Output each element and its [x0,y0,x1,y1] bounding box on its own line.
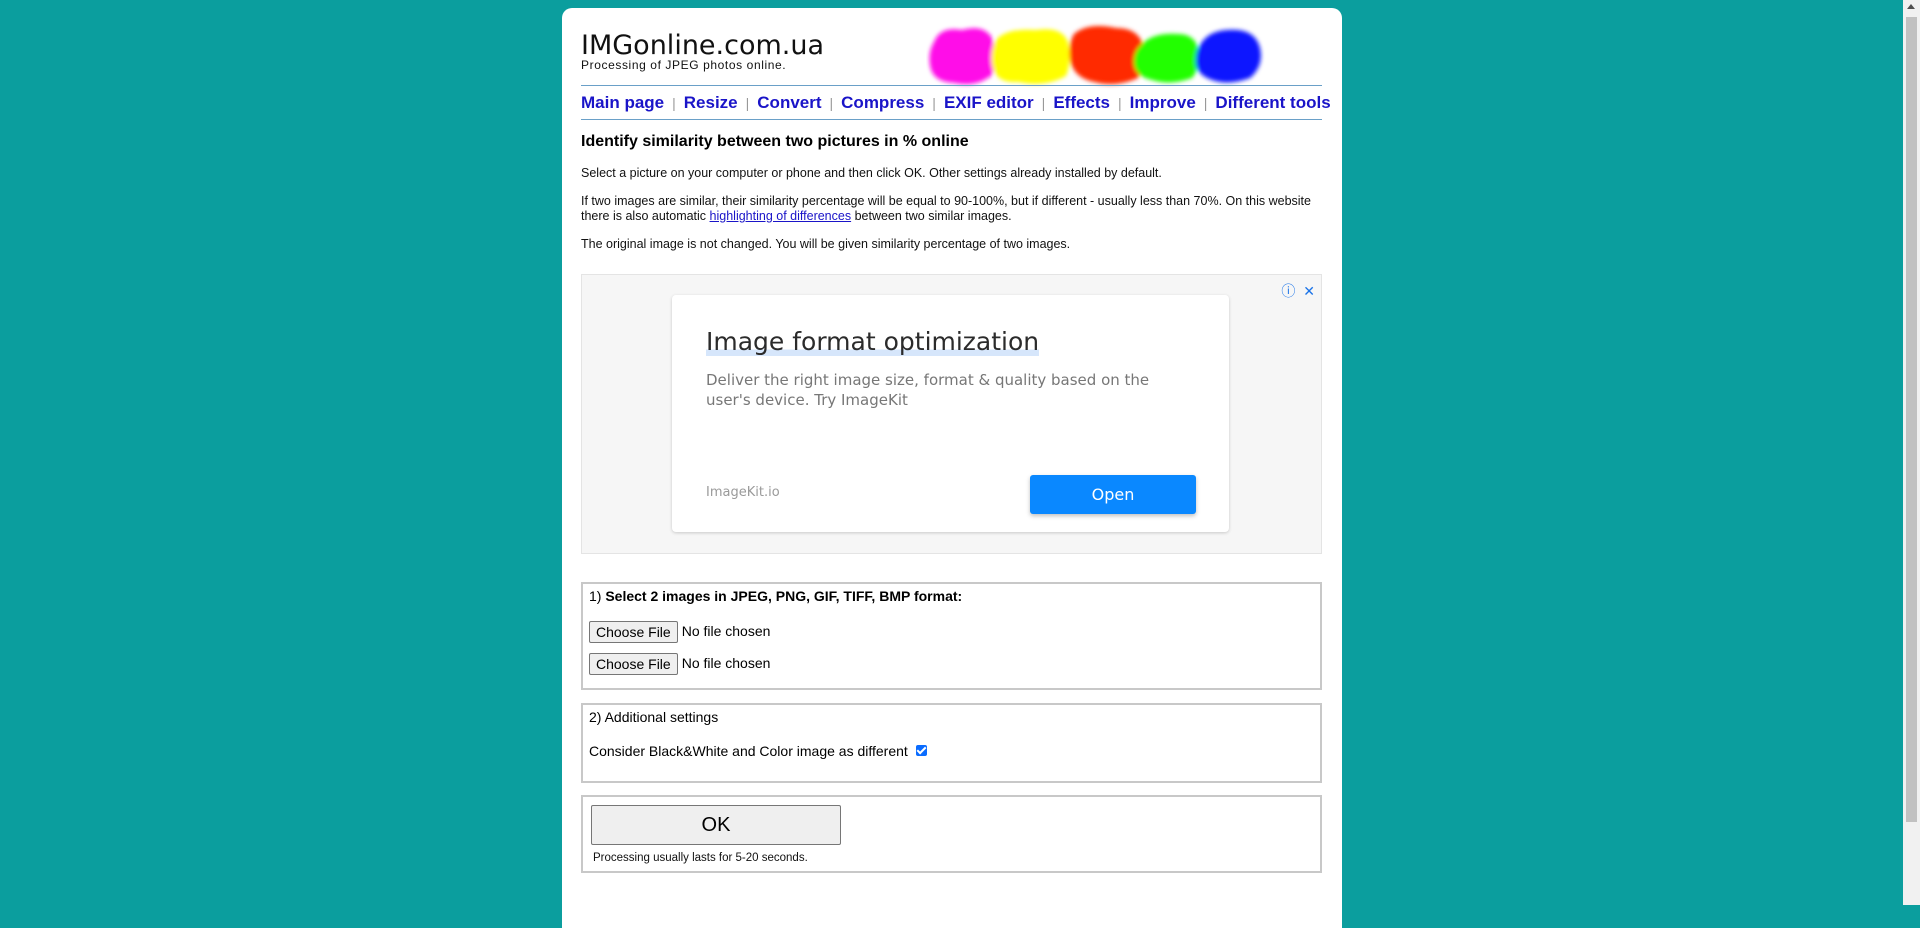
highlighting-differences-link[interactable]: highlighting of differences [710,209,852,223]
nav-main-page[interactable]: Main page [581,93,664,112]
ad-info-icon[interactable]: ⓘ [1281,283,1295,299]
bw-color-option-label: Consider Black&White and Color image as … [589,743,908,759]
nav-separator: | [1118,95,1122,111]
page-container: IMGonline.com.ua Processing of JPEG phot… [562,8,1342,928]
bw-color-checkbox[interactable] [915,744,927,756]
ad-close-icon[interactable]: ✕ [1303,283,1315,299]
section1-label: Select 2 images in JPEG, PNG, GIF, TIFF,… [605,588,963,604]
ad-description: Deliver the right image size, format & q… [706,371,1150,409]
nav-compress[interactable]: Compress [841,93,924,112]
additional-settings-section: 2) Additional settings Consider Black&Wh… [581,703,1322,783]
nav-exif-editor[interactable]: EXIF editor [944,93,1034,112]
choose-file-button-2[interactable]: Choose File [589,653,678,676]
ad-controls: ⓘ ✕ [1281,281,1315,301]
ad-card[interactable]: Image format optimization Deliver the ri… [672,295,1229,532]
select-images-section: 1) Select 2 images in JPEG, PNG, GIF, TI… [581,582,1322,690]
nav-effects[interactable]: Effects [1053,93,1110,112]
section2-title: 2) Additional settings [589,709,719,725]
yellow-blob [991,29,1070,84]
original-note-paragraph: The original image is not changed. You w… [581,237,1071,251]
nav-separator: | [745,95,750,111]
ad-container: ⓘ ✕ Image format optimization Deliver th… [581,274,1322,554]
ad-open-button[interactable]: Open [1030,475,1196,514]
nav-resize[interactable]: Resize [684,93,738,112]
section1-prefix: 1) [589,588,606,604]
choose-file-button-1[interactable]: Choose File [589,621,678,644]
ok-button[interactable]: OK [591,805,841,845]
color-blobs-logo [929,26,1261,85]
file-status-1: No file chosen [681,623,771,639]
bw-color-option: Consider Black&White and Color image as … [589,743,927,759]
similarity-paragraph: If two images are similar, their similar… [581,194,1322,224]
similarity-text-after: between two similar images. [851,209,1012,223]
nav-separator: | [932,95,936,111]
red-blob [1069,26,1145,85]
processing-note: Processing usually lasts for 5-20 second… [593,852,808,864]
nav-improve[interactable]: Improve [1130,93,1196,112]
main-nav: Main page | Resize | Convert | Compress | EXIF e… [581,85,1331,120]
magenta-blob [929,28,995,85]
submit-section: OK Processing usually lasts for 5-20 sec… [581,795,1322,873]
nav-convert[interactable]: Convert [757,93,821,112]
section1-title: 1) Select 2 images in JPEG, PNG, GIF, TI… [589,588,962,604]
intro-paragraph: Select a picture on your computer or pho… [581,166,1162,180]
ad-source[interactable]: ImageKit.io [706,485,780,500]
nav-separator: | [672,95,676,111]
page-scrollbar[interactable] [1903,0,1920,905]
nav-different-tools[interactable]: Different tools [1215,93,1330,112]
file-status-2: No file chosen [681,655,771,671]
file-input-1: Choose File No file chosen [589,620,771,644]
blue-blob [1195,29,1261,83]
site-title[interactable]: IMGonline.com.ua [581,30,824,61]
nav-separator: | [1041,95,1046,111]
file-input-2: Choose File No file chosen [589,652,771,676]
scroll-up-arrow-icon[interactable] [1907,4,1915,9]
page-title: Identify similarity between two pictures… [581,133,969,150]
ad-title[interactable]: Image format optimization [706,327,1040,356]
site-subtitle: Processing of JPEG photos online. [581,58,787,72]
nav-separator: | [1203,95,1208,111]
scrollbar-thumb[interactable] [1906,17,1917,822]
nav-separator: | [829,95,834,111]
green-blob [1134,33,1200,83]
